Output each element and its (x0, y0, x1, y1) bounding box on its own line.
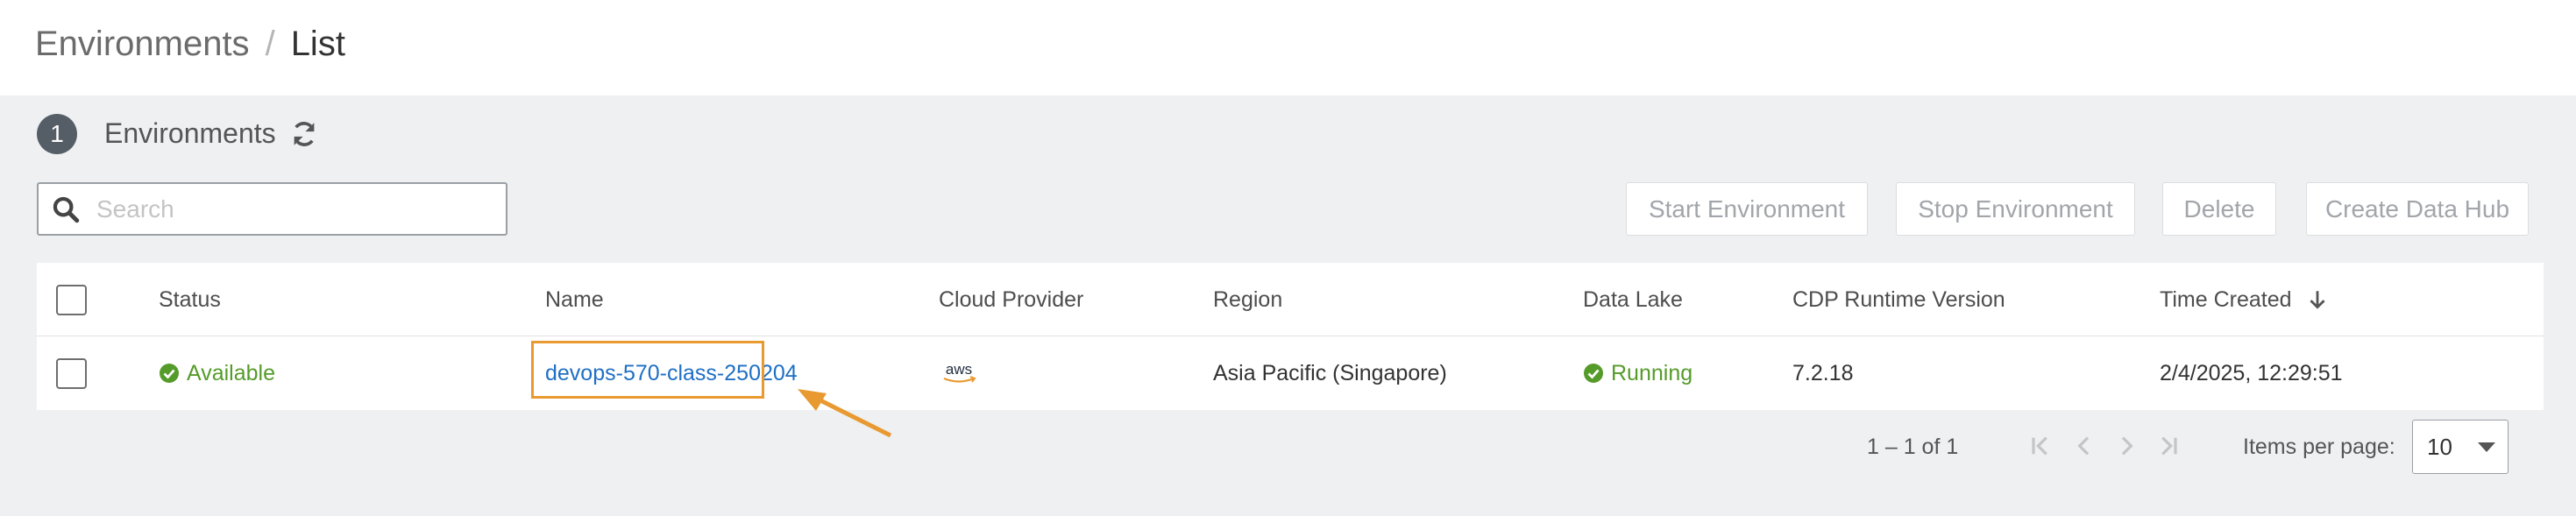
time-created-cell: 2/4/2025, 12:29:51 (2160, 360, 2343, 385)
pagination-range: 1 – 1 of 1 (1867, 435, 1959, 459)
cloud-provider-cell: aws (939, 336, 979, 410)
chevron-down-icon (2478, 442, 2495, 452)
breadcrumb: Environments / List (35, 25, 345, 64)
status-cell: Available (159, 336, 275, 410)
column-header-runtime-version[interactable]: CDP Runtime Version (1792, 263, 2005, 336)
column-header-name[interactable]: Name (545, 263, 604, 336)
breadcrumb-current: List (290, 25, 345, 63)
data-lake-status: Running (1583, 361, 1692, 386)
items-per-page-label: Items per page: (2243, 435, 2395, 459)
row-select-cell (56, 336, 87, 410)
column-header-region[interactable]: Region (1213, 263, 1282, 336)
column-header-time-created[interactable]: Time Created (2160, 263, 2329, 336)
annotation-arrow (798, 389, 892, 438)
next-page-icon[interactable] (2112, 432, 2140, 460)
table-header: Status Name Cloud Provider Region Data L… (37, 263, 2544, 336)
check-circle-icon (160, 364, 179, 383)
region-cell: Asia Pacific (Singapore) (1213, 360, 1447, 385)
runtime-version-cell: 7.2.18 (1792, 360, 1854, 385)
items-per-page-select[interactable]: 10 (2412, 420, 2509, 474)
breadcrumb-separator: / (265, 25, 275, 63)
column-header-cloud-provider[interactable]: Cloud Provider (939, 263, 1083, 336)
refresh-icon[interactable] (289, 119, 319, 149)
aws-logo-text: aws (946, 361, 972, 378)
environment-count-badge: 1 (37, 114, 77, 154)
breadcrumb-environments-link[interactable]: Environments (35, 25, 250, 64)
table-row: Available devops-570-class-250204 aws As… (37, 336, 2544, 410)
select-all-cell (56, 263, 87, 336)
sort-arrow-down-icon[interactable] (2306, 288, 2329, 311)
status-label: Available (187, 360, 276, 385)
column-header-time-created-label: Time Created (2160, 286, 2292, 312)
data-lake-cell: Running (1583, 336, 1692, 410)
aws-logo: aws (943, 361, 976, 383)
first-page-icon[interactable] (2026, 432, 2054, 460)
delete-button[interactable]: Delete (2162, 182, 2276, 236)
environments-table: Status Name Cloud Provider Region Data L… (37, 263, 2544, 410)
top-bar: Environments / List (0, 0, 2576, 95)
data-lake-label: Running (1611, 360, 1693, 385)
stop-environment-button[interactable]: Stop Environment (1896, 182, 2135, 236)
status-available: Available (159, 361, 275, 386)
check-circle-icon (1584, 364, 1603, 383)
last-page-icon[interactable] (2154, 432, 2182, 460)
previous-page-icon[interactable] (2070, 432, 2098, 460)
create-data-hub-button[interactable]: Create Data Hub (2306, 182, 2529, 236)
section-title: Environments (104, 117, 276, 149)
select-all-checkbox[interactable] (56, 284, 87, 315)
search-field[interactable] (37, 182, 507, 236)
start-environment-button[interactable]: Start Environment (1626, 182, 1868, 236)
search-icon (53, 196, 80, 223)
annotation-highlight-box (531, 341, 764, 399)
search-input[interactable] (96, 194, 500, 223)
column-header-status[interactable]: Status (159, 263, 221, 336)
items-per-page-value: 10 (2427, 433, 2452, 460)
column-header-data-lake[interactable]: Data Lake (1583, 263, 1683, 336)
row-checkbox[interactable] (56, 357, 87, 389)
